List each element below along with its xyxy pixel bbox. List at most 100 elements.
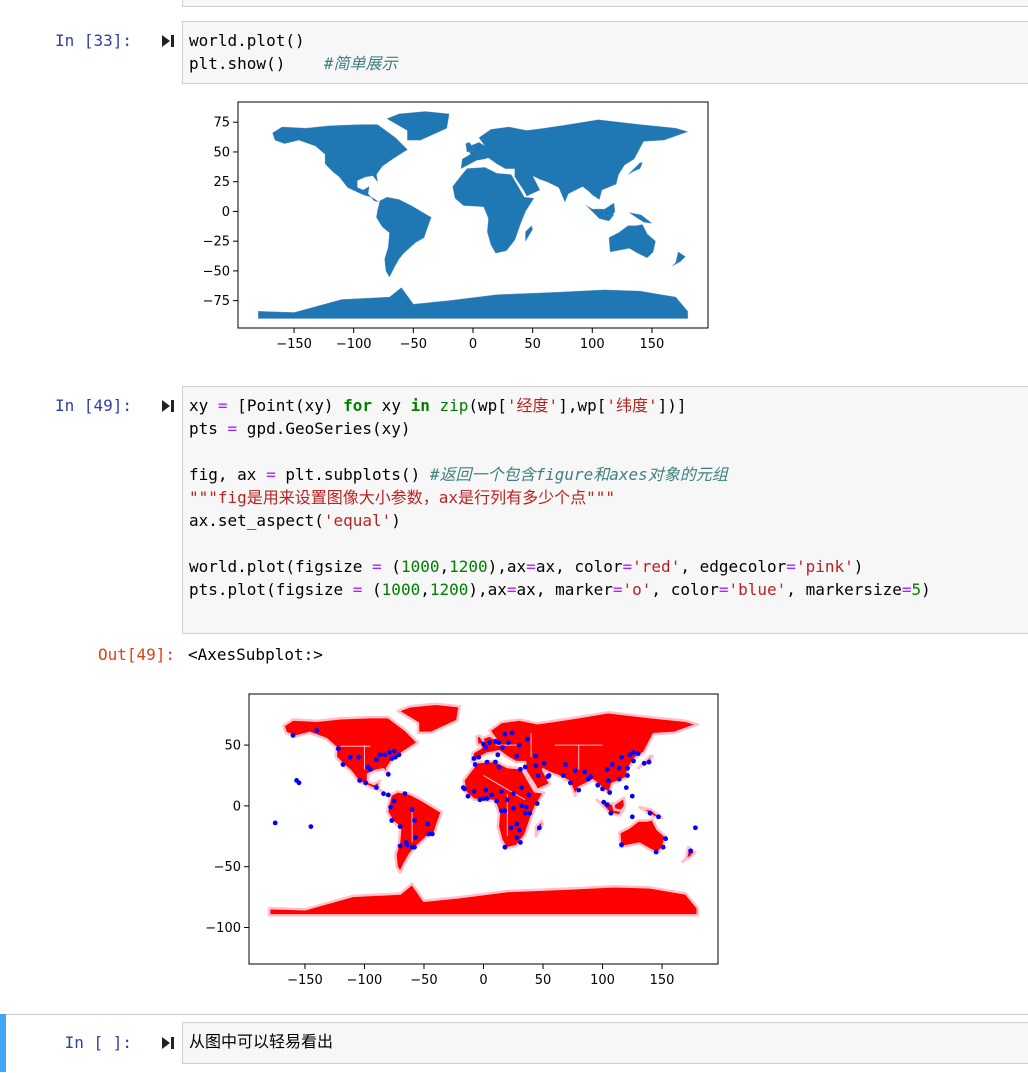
city-point bbox=[623, 785, 629, 790]
code-line: xy = [Point(xy) for xy in zip(wp['经度'],w… bbox=[189, 394, 1022, 417]
code-token: xy bbox=[372, 396, 411, 415]
code-token: ) bbox=[853, 557, 864, 576]
code-token: , bbox=[439, 557, 450, 576]
city-point bbox=[483, 787, 489, 793]
code-token: ],wp[ bbox=[558, 396, 607, 415]
city-point bbox=[483, 745, 489, 750]
run-cell-icon[interactable] bbox=[160, 1035, 176, 1051]
city-point bbox=[533, 763, 539, 769]
city-point bbox=[606, 778, 611, 783]
code-token: = bbox=[612, 580, 623, 599]
code-token: ax, marker bbox=[516, 580, 613, 599]
code-token: ) bbox=[921, 580, 931, 599]
city-point bbox=[641, 760, 647, 766]
city-point bbox=[471, 788, 477, 794]
code-token: 1200 bbox=[449, 557, 488, 576]
city-point bbox=[688, 848, 693, 854]
city-point bbox=[499, 788, 504, 794]
previous-cell-tail bbox=[182, 0, 1028, 7]
code-token: #返回一个包含figure和axes对象的元组 bbox=[429, 465, 728, 484]
city-point bbox=[653, 849, 659, 855]
code-token: 1200 bbox=[429, 580, 469, 599]
city-point bbox=[391, 748, 397, 754]
city-point bbox=[314, 728, 320, 733]
city-point bbox=[494, 798, 499, 804]
code-token: = bbox=[526, 557, 536, 576]
code-cell-33[interactable]: world.plot() plt.show() #简单展示 bbox=[182, 21, 1028, 84]
code-token: , bbox=[420, 580, 430, 599]
city-point bbox=[514, 753, 520, 759]
code-token: zip bbox=[439, 396, 469, 415]
code-token: ax, color bbox=[535, 557, 623, 576]
x-tick-label: 100 bbox=[580, 337, 605, 352]
city-point bbox=[465, 793, 471, 799]
city-point bbox=[524, 804, 529, 810]
city-point bbox=[502, 808, 508, 814]
code-token: 5 bbox=[911, 580, 922, 599]
city-point bbox=[647, 810, 653, 816]
city-point bbox=[595, 782, 601, 788]
code-token: 'pink' bbox=[795, 557, 854, 576]
city-point bbox=[625, 773, 630, 778]
city-point bbox=[527, 810, 533, 816]
out-prompt-49: Out[49]: bbox=[97, 645, 175, 664]
code-line: ax.set_aspect('equal') bbox=[189, 509, 1022, 532]
city-point bbox=[514, 821, 520, 827]
code-token: ( bbox=[381, 557, 401, 576]
code-token: """fig是用来设置图像大小参数，ax是行列有多少个点""" bbox=[189, 488, 615, 507]
run-cell-icon[interactable] bbox=[160, 398, 176, 414]
city-point bbox=[489, 792, 495, 798]
cell-prompt-empty: In [ ]: bbox=[64, 1033, 132, 1052]
x-tick-label: −150 bbox=[276, 337, 312, 352]
code-cell-49[interactable]: xy = [Point(xy) for xy in zip(wp['经度'],w… bbox=[182, 386, 1028, 634]
code-token: world.plot(figsize bbox=[189, 557, 373, 576]
y-tick-label: 0 bbox=[233, 799, 241, 814]
city-point bbox=[541, 760, 547, 766]
code-token: = bbox=[217, 396, 228, 415]
city-point bbox=[576, 787, 582, 793]
city-point bbox=[460, 785, 466, 790]
run-cell-icon[interactable] bbox=[160, 33, 176, 49]
y-tick-label: −50 bbox=[203, 264, 230, 279]
x-tick-label: 50 bbox=[535, 973, 552, 988]
city-point bbox=[526, 792, 532, 798]
code-cell-empty[interactable]: 从图中可以轻易看出 bbox=[182, 1022, 1028, 1064]
output-text: <AxesSubplot:> bbox=[188, 645, 323, 664]
city-point bbox=[396, 752, 402, 758]
y-tick-label: 50 bbox=[224, 739, 241, 754]
city-point bbox=[625, 765, 630, 771]
y-tick-label: −75 bbox=[203, 294, 230, 309]
code-line: pts.plot(figsize = (1000,1200),ax=ax, ma… bbox=[189, 578, 1022, 601]
code-token: = bbox=[901, 580, 912, 599]
x-tick-label: −100 bbox=[336, 337, 372, 352]
code-line: 从图中可以轻易看出 bbox=[189, 1030, 1022, 1053]
city-point bbox=[495, 752, 501, 758]
city-point bbox=[388, 804, 394, 810]
city-point bbox=[385, 792, 391, 798]
city-point bbox=[563, 762, 568, 767]
code-token: (wp[ bbox=[468, 396, 507, 415]
city-point bbox=[510, 805, 516, 811]
city-point bbox=[660, 844, 666, 850]
code-token: = bbox=[718, 580, 729, 599]
city-point bbox=[663, 836, 668, 842]
city-point bbox=[619, 754, 624, 760]
code-token: in bbox=[410, 396, 430, 415]
city-point bbox=[363, 780, 369, 786]
city-point bbox=[391, 798, 397, 804]
city-point bbox=[619, 842, 624, 848]
city-point bbox=[646, 759, 652, 765]
cell-prompt-33: In [33]: bbox=[54, 31, 132, 50]
city-point bbox=[477, 797, 483, 803]
code-token: ( bbox=[362, 580, 382, 599]
city-point bbox=[509, 730, 515, 736]
code-token: 'o' bbox=[622, 580, 652, 599]
code-token: [Point(xy) bbox=[227, 396, 344, 415]
code-token: = bbox=[352, 580, 363, 599]
y-tick-label: 50 bbox=[213, 145, 230, 160]
y-tick-label: 0 bbox=[222, 205, 230, 220]
city-point bbox=[409, 844, 415, 850]
code-token: pts bbox=[189, 419, 228, 438]
code-token: ax.set_aspect( bbox=[189, 511, 324, 530]
